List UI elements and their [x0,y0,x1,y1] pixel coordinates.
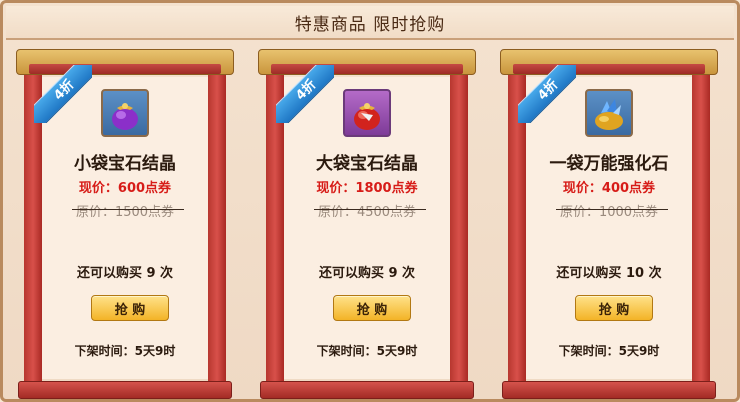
remaining-purchases: 还可以购买 9 次 [76,266,174,281]
product-card: 4折 大袋宝石结晶 现价：1800点券 原价：4500点券 还可以购买 9 次 … [258,49,476,399]
offshelf-time: 下架时间：5天9时 [558,344,660,358]
product-card: 4折 一袋万能强化石 现价：400点券 原价：1000点券 还可以购买 10 次… [500,49,718,399]
original-price: 原价：1000点券 [559,205,659,220]
offshelf-time: 下架时间：5天9时 [316,344,418,358]
base-decoration [502,381,716,399]
discount-badge: 4折 [518,65,576,123]
pillar-decoration [450,71,468,385]
discount-badge-label: 4折 [276,65,334,123]
red-gem-bag-icon [343,89,391,137]
buy-button[interactable]: 抢 购 [333,295,411,321]
offshelf-time: 下架时间：5天9时 [74,344,176,358]
product-card: 4折 小袋宝石结晶 现价：600点券 原价：1500点券 还可以购买 9 次 抢… [16,49,234,399]
current-price: 现价：400点券 [562,181,656,196]
item-name: 小袋宝石结晶 [74,154,176,174]
panel-title: 特惠商品 限时抢购 [294,14,446,35]
discount-badge: 4折 [34,65,92,123]
item-name: 一袋万能强化石 [549,154,669,174]
item-name: 大袋宝石结晶 [316,154,418,174]
current-price: 现价：600点券 [78,181,172,196]
current-price: 现价：1800点券 [316,181,418,196]
shop-panel: 特惠商品 限时抢购 4折 小袋宝石结晶 现价：600点券 原价：1500点券 还… [0,0,740,402]
gold-crystal-bag-icon [585,89,633,137]
discount-badge-label: 4折 [518,65,576,123]
remaining-purchases: 还可以购买 9 次 [318,266,416,281]
purple-gem-bag-icon [101,89,149,137]
pillar-decoration [208,71,226,385]
pillar-decoration [692,71,710,385]
strike-line [314,209,426,210]
buy-button[interactable]: 抢 购 [575,295,653,321]
strike-line [556,209,668,210]
discount-badge-label: 4折 [34,65,92,123]
discount-badge: 4折 [276,65,334,123]
buy-button[interactable]: 抢 购 [91,295,169,321]
strike-line [72,209,184,210]
panel-header: 特惠商品 限时抢购 [6,6,734,40]
remaining-purchases: 还可以购买 10 次 [556,266,662,281]
original-price: 原价：4500点券 [317,205,417,220]
base-decoration [260,381,474,399]
original-price: 原价：1500点券 [75,205,175,220]
base-decoration [18,381,232,399]
